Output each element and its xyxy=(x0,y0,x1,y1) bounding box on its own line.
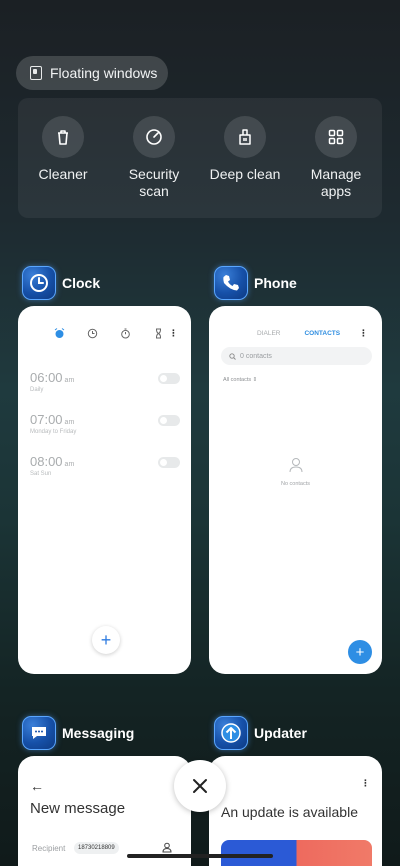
plus-icon: + xyxy=(355,643,365,661)
contact-picker-icon[interactable] xyxy=(162,842,172,853)
phone-app-header[interactable]: Phone xyxy=(214,266,297,300)
phone-icon xyxy=(214,266,248,300)
phone-tabs: DIALER CONTACTS xyxy=(257,330,340,337)
add-contact-button[interactable]: + xyxy=(348,640,372,664)
alarm-tab-icon[interactable] xyxy=(54,328,65,339)
close-icon xyxy=(193,779,207,793)
clock-toolbar xyxy=(54,328,164,339)
alarm-ampm: am xyxy=(64,377,75,384)
alarm-repeat: Sat Sun xyxy=(30,471,52,477)
no-contacts-text: No contacts xyxy=(280,481,311,487)
search-icon xyxy=(229,352,236,360)
updater-app-card[interactable]: ⋮ An update is available xyxy=(209,756,382,866)
security-scan-button[interactable]: Security scan xyxy=(108,116,200,200)
clock-app-card[interactable]: ⋮ 06:00 am Daily 07:00 am Monday to Friday… xyxy=(18,306,191,674)
contacts-filter-label: All contacts xyxy=(223,377,252,383)
quick-tools-panel: Cleaner Security scan Deep clean Manage … xyxy=(18,98,382,218)
timer-tab-icon[interactable] xyxy=(153,328,164,339)
add-alarm-button[interactable]: + xyxy=(92,626,120,654)
cleaner-label: Cleaner xyxy=(38,166,88,182)
alarm-row[interactable]: 08:00 am Sat Sun xyxy=(30,454,180,477)
phone-app-card[interactable]: DIALER CONTACTS ⋮ 0 contacts All contact… xyxy=(209,306,382,674)
tab-dialer[interactable]: DIALER xyxy=(257,330,280,337)
contacts-search-placeholder: 0 contacts xyxy=(240,352,272,360)
messaging-app-card[interactable]: ← New message Recipient 18730218809 xyxy=(18,756,191,866)
sort-icon: ⇕ xyxy=(252,377,258,383)
alarm-row[interactable]: 06:00 am Daily xyxy=(30,370,180,393)
deep-clean-label: Deep clean xyxy=(209,166,281,182)
recipient-chip[interactable]: 18730218809 xyxy=(74,842,119,854)
grid-icon xyxy=(315,116,357,158)
recipient-label: Recipient xyxy=(32,844,66,853)
deep-clean-button[interactable]: Deep clean xyxy=(199,116,291,183)
plus-icon: + xyxy=(100,630,112,650)
clear-all-button[interactable] xyxy=(174,760,226,812)
alarm-ampm: am xyxy=(64,461,75,468)
person-icon xyxy=(289,458,303,473)
home-indicator[interactable] xyxy=(127,854,273,858)
floating-window-icon xyxy=(30,66,42,80)
recipient-number: 18730218809 xyxy=(78,845,115,851)
alarm-time: 07:00 xyxy=(30,412,63,427)
back-arrow-icon[interactable]: ← xyxy=(30,778,44,794)
alarm-toggle[interactable] xyxy=(158,415,180,426)
alarm-toggle[interactable] xyxy=(158,373,180,384)
trash-icon xyxy=(42,116,84,158)
clock-app-name: Clock xyxy=(62,275,101,291)
contacts-search-input[interactable]: 0 contacts xyxy=(221,347,372,365)
alarm-repeat: Monday to Friday xyxy=(30,429,77,435)
broom-icon xyxy=(224,116,266,158)
updater-app-header[interactable]: Updater xyxy=(214,716,307,750)
alarm-time: 06:00 xyxy=(30,370,63,385)
new-message-title: New message xyxy=(30,800,126,817)
cleaner-button[interactable]: Cleaner xyxy=(17,116,109,183)
phone-more-icon[interactable]: ⋮ xyxy=(359,328,368,339)
world-clock-tab-icon[interactable] xyxy=(87,328,98,339)
messaging-app-name: Messaging xyxy=(62,725,135,741)
messaging-icon xyxy=(22,716,56,750)
update-available-title: An update is available xyxy=(221,804,358,820)
floating-windows-button[interactable]: Floating windows xyxy=(16,56,168,90)
stopwatch-tab-icon[interactable] xyxy=(120,328,131,339)
alarm-ampm: am xyxy=(64,419,75,426)
manage-apps-button[interactable]: Manage apps xyxy=(290,116,382,200)
update-banner-image xyxy=(221,840,372,866)
floating-windows-label: Floating windows xyxy=(50,65,158,81)
clock-app-header[interactable]: Clock xyxy=(22,266,100,300)
contacts-filter[interactable]: All contacts ⇕ xyxy=(223,377,257,383)
alarm-row[interactable]: 07:00 am Monday to Friday xyxy=(30,412,180,435)
updater-more-icon[interactable]: ⋮ xyxy=(361,778,370,789)
updater-app-name: Updater xyxy=(254,725,307,741)
updater-icon xyxy=(214,716,248,750)
tab-contacts[interactable]: CONTACTS xyxy=(304,330,340,337)
clock-more-icon[interactable]: ⋮ xyxy=(169,328,178,339)
security-scan-label: Security scan xyxy=(128,166,180,199)
alarm-toggle[interactable] xyxy=(158,457,180,468)
clock-icon xyxy=(22,266,56,300)
alarm-repeat: Daily xyxy=(30,387,44,393)
phone-app-name: Phone xyxy=(254,275,297,291)
security-icon xyxy=(133,116,175,158)
messaging-app-header[interactable]: Messaging xyxy=(22,716,134,750)
alarm-time: 08:00 xyxy=(30,454,63,469)
manage-apps-label: Manage apps xyxy=(310,166,362,199)
